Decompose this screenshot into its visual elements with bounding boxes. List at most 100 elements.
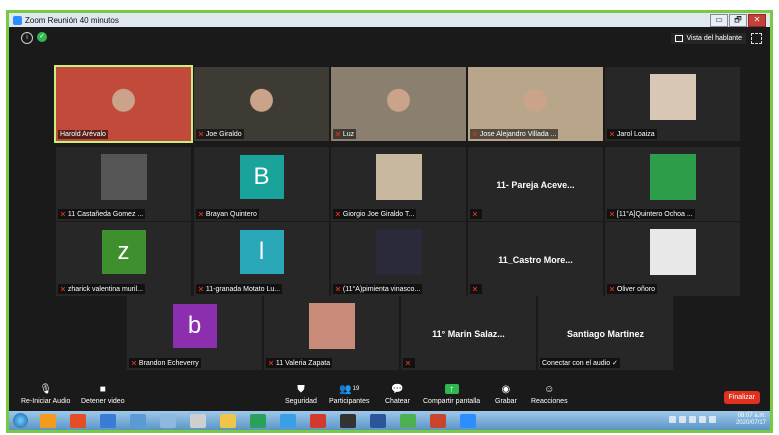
participant-tile[interactable]: Harold Arévalo [54, 65, 193, 143]
video-button[interactable]: ■ Detener video [81, 384, 125, 406]
participant-name-bar: ⨯ [470, 284, 482, 294]
reactions-button[interactable]: ☺ Reacciones [531, 384, 568, 406]
participant-name-bar: Harold Arévalo [58, 130, 108, 139]
audio-button[interactable]: 🎙 Re-Iniciar Audio [21, 383, 70, 406]
participant-tile[interactable]: ⨯ Jose Alejandro Villada ... [468, 67, 603, 141]
share-screen-button[interactable]: ↑ Compartir pantalla [423, 384, 480, 406]
participant-name-bar: ⨯ (11°A)pimienta vinasco... [333, 284, 423, 294]
speaker-view-label: Vista del hablante [686, 35, 742, 42]
chrome-icon[interactable] [70, 413, 86, 428]
meeting-info-icon[interactable]: i [21, 32, 33, 44]
participant-tile[interactable]: B ⨯ Brayan Quintero [194, 147, 329, 221]
zoom-taskbar-icon[interactable] [460, 413, 476, 428]
green-app-icon[interactable] [400, 413, 416, 428]
close-button[interactable]: ✕ [748, 14, 766, 27]
security-label: Seguridad [285, 398, 317, 405]
word-icon[interactable] [370, 413, 386, 428]
network-icon[interactable] [280, 413, 296, 428]
participant-name: Joe Giraldo [205, 130, 242, 138]
participant-tile[interactable]: ⨯ Luz [331, 67, 466, 141]
lang-indicator[interactable] [669, 416, 676, 423]
participant-tile[interactable]: 11_Castro More... ⨯ [468, 222, 603, 296]
volume-icon[interactable] [709, 416, 716, 423]
encryption-shield-icon[interactable]: ✓ [37, 32, 47, 42]
fullscreen-icon[interactable] [751, 33, 762, 44]
powerpoint-icon[interactable] [430, 413, 446, 428]
maximize-button[interactable]: 🗗 [729, 14, 747, 27]
muted-microphone-icon: ⨯ [335, 131, 341, 138]
participant-name: zharick valentina muril... [67, 285, 143, 293]
profile-photo [375, 153, 422, 200]
folder-icon[interactable] [220, 413, 236, 428]
muted-microphone-icon: ⨯ [609, 286, 615, 293]
muted-microphone-icon: ⨯ [60, 286, 66, 293]
app-icon[interactable] [100, 413, 116, 428]
participants-icon: 👥 19 [339, 383, 360, 395]
participant-tile[interactable]: ⨯ Giorgio Joe Giraldo T... [331, 147, 466, 221]
participant-tile[interactable]: Santiago Martinez Conectar con el audio ✓ [538, 296, 673, 370]
end-meeting-button[interactable]: Finalizar [723, 391, 760, 404]
muted-microphone-icon: ⨯ [472, 211, 478, 218]
video-label: Detener video [81, 398, 125, 405]
participant-tile[interactable]: ⨯ 11 Valeria Zapata [264, 296, 399, 370]
participant-name: Brayan Quintero [205, 210, 257, 218]
window-title: Zoom Reunión 40 minutos [25, 15, 119, 25]
minimize-button[interactable]: ▭ [710, 14, 728, 27]
speaker-view-button[interactable]: Vista del hablante [671, 33, 746, 44]
browser-icon[interactable] [130, 413, 146, 428]
tray-icon[interactable] [679, 416, 686, 423]
muted-microphone-icon: ⨯ [198, 211, 204, 218]
participant-tile[interactable]: 11- Pareja Aceve... ⨯ [468, 147, 603, 221]
participant-tile[interactable]: ⨯ Jarol Loaiza [605, 67, 740, 141]
grid-icon [675, 35, 684, 42]
clock-time: 08:07 a.m. [737, 413, 766, 419]
media-icon[interactable] [340, 413, 356, 428]
participant-name-bar: ⨯ Oliver oñoro [607, 284, 658, 294]
participant-tile[interactable]: ⨯ 11 Castañeda Gomez ... [56, 147, 191, 221]
tray-icon[interactable] [689, 416, 696, 423]
pdf-icon[interactable] [310, 413, 326, 428]
muted-microphone-icon: ⨯ [609, 211, 615, 218]
profile-photo [649, 228, 696, 275]
participant-name-bar: ⨯ zharick valentina muril... [58, 284, 145, 294]
microphone-off-icon: 🎙 [39, 383, 53, 395]
participant-name-bar: ⨯ 11 Castañeda Gomez ... [58, 209, 146, 219]
tray-icon[interactable] [699, 416, 706, 423]
record-label: Grabar [495, 398, 517, 405]
system-tray [669, 416, 716, 423]
zoom-logo-icon [13, 15, 22, 25]
participant-name-bar: ⨯ [470, 209, 482, 219]
participant-tile[interactable]: ⨯ Joe Giraldo [194, 67, 329, 141]
chat-button[interactable]: 💬 Chatear [385, 384, 410, 406]
participant-tile[interactable]: ⨯ (11°A)pimienta vinasco... [331, 222, 466, 296]
participant-name-bar: ⨯ Giorgio Joe Giraldo T... [333, 209, 417, 219]
excel-icon[interactable] [250, 413, 266, 428]
security-button[interactable]: ⛊ Seguridad [285, 384, 317, 406]
clock[interactable]: 08:07 a.m. 2020/07/17 [736, 413, 766, 427]
participant-tile[interactable]: l ⨯ 11-granada Motato Lu... [194, 222, 329, 296]
muted-microphone-icon: ⨯ [335, 286, 341, 293]
participant-tile[interactable]: ⨯ Oliver oñoro [605, 222, 740, 296]
participants-button[interactable]: 👥 19 Participantes [329, 383, 370, 406]
chat-label: Chatear [385, 398, 410, 405]
participant-name-bar: Conectar con el audio ✓ [540, 358, 620, 368]
files-icon[interactable] [160, 413, 176, 428]
participant-tile[interactable]: z ⨯ zharick valentina muril... [56, 222, 191, 296]
participant-name-bar: ⨯ [403, 358, 415, 368]
participant-name-bar: ⨯ 11 Valeria Zapata [266, 358, 333, 368]
participant-name: (11°A)pimienta vinasco... [342, 285, 421, 293]
participant-name: [11°A]Quintero Ochoa ... [616, 210, 693, 218]
tools-icon[interactable] [190, 413, 206, 428]
participant-tile[interactable]: b ⨯ Brandon Echeverry [127, 296, 262, 370]
participant-name: Giorgio Joe Giraldo T... [342, 210, 415, 218]
participants-label: Participantes [329, 398, 370, 405]
participant-tile[interactable]: 11° Marin Salaz... ⨯ [401, 296, 536, 370]
participant-name: Oliver oñoro [616, 285, 656, 293]
start-button[interactable] [13, 413, 28, 428]
media-player-icon[interactable] [40, 413, 56, 428]
participant-tile[interactable]: ⨯ [11°A]Quintero Ochoa ... [605, 147, 740, 221]
participant-name: Jose Alejandro Villada ... [479, 130, 557, 138]
participant-display-name: 11- Pareja Aceve... [496, 180, 575, 190]
participant-display-name: Santiago Martinez [566, 329, 644, 339]
record-button[interactable]: ◉ Grabar [495, 384, 517, 406]
